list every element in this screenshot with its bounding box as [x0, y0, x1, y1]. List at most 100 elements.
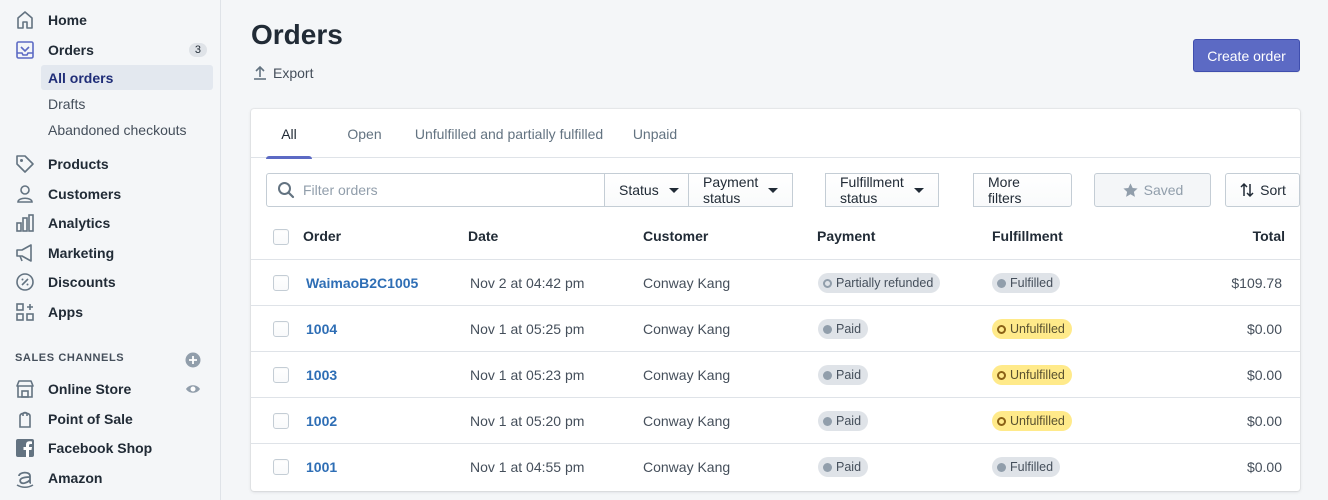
column-total[interactable]: Total: [1253, 228, 1285, 244]
payment-status-label: Paid: [836, 414, 862, 428]
order-total: $0.00: [1246, 413, 1282, 429]
order-date: Nov 1 at 05:20 pm: [470, 413, 585, 429]
payment-status-filter-label: Payment status: [703, 174, 759, 206]
fulfillment-status-label: Unfulfilled: [1010, 368, 1065, 382]
sidebar-subitem-abandoned-checkouts[interactable]: Abandoned checkouts: [41, 117, 213, 142]
payment-status-badge: Paid: [818, 319, 869, 339]
fulfillment-status-label: Fulfilled: [1010, 276, 1054, 290]
column-payment[interactable]: Payment: [817, 228, 875, 244]
orders-card: All Open Unfulfilled and partially fulfi…: [251, 109, 1300, 491]
column-date[interactable]: Date: [468, 228, 498, 244]
customer-name: Conway Kang: [643, 459, 731, 475]
sidebar-item-label: Apps: [48, 304, 83, 320]
sidebar-item-label: Home: [48, 12, 87, 28]
status-dot-icon: [997, 463, 1006, 472]
search-input[interactable]: [303, 180, 593, 200]
payment-status-label: Partially refunded: [836, 276, 934, 290]
search-icon: [277, 181, 295, 199]
sidebar-item-label: Amazon: [48, 470, 103, 486]
saved-label: Saved: [1143, 182, 1184, 198]
customer-name: Conway Kang: [643, 321, 731, 337]
table-row[interactable]: 1001 Nov 1 at 04:55 pm Conway Kang Paid …: [251, 444, 1300, 490]
column-fulfillment[interactable]: Fulfillment: [992, 228, 1063, 244]
sidebar-item-analytics[interactable]: Analytics: [0, 209, 221, 237]
caret-down-icon: [913, 187, 924, 193]
tab-unfulfilled[interactable]: Unfulfilled and partially fulfilled: [409, 109, 609, 158]
fulfillment-status-label: Unfulfilled: [1010, 322, 1065, 336]
status-dot-icon: [823, 417, 832, 426]
tab-open[interactable]: Open: [333, 109, 396, 158]
sidebar-subitem-drafts[interactable]: Drafts: [41, 91, 213, 116]
select-all-checkbox[interactable]: [273, 229, 289, 245]
tab-unpaid[interactable]: Unpaid: [623, 109, 687, 158]
sidebar-subitem-all-orders[interactable]: All orders: [41, 65, 213, 90]
sidebar-item-home[interactable]: Home: [0, 6, 221, 34]
column-order[interactable]: Order: [303, 228, 341, 244]
store-icon: [14, 378, 36, 400]
sidebar-item-orders[interactable]: Orders 3: [0, 36, 221, 64]
sidebar-item-label: Discounts: [48, 274, 116, 290]
fulfillment-status-badge: Unfulfilled: [992, 365, 1072, 385]
export-button[interactable]: Export: [251, 64, 313, 82]
row-checkbox[interactable]: [273, 321, 289, 337]
customer-name: Conway Kang: [643, 275, 731, 291]
pos-icon: [14, 408, 36, 430]
table-row[interactable]: WaimaoB2C1005 Nov 2 at 04:42 pm Conway K…: [251, 260, 1300, 306]
row-checkbox[interactable]: [273, 413, 289, 429]
sidebar-item-marketing[interactable]: Marketing: [0, 239, 221, 267]
fulfillment-status-label: Fulfilled: [1010, 460, 1054, 474]
page-title: Orders: [251, 19, 343, 50]
megaphone-icon: [14, 242, 36, 264]
order-link[interactable]: WaimaoB2C1005: [306, 275, 418, 291]
create-order-button[interactable]: Create order: [1193, 39, 1300, 72]
view-store-eye-icon[interactable]: [185, 381, 201, 397]
tag-icon: [14, 153, 36, 175]
more-filters-button[interactable]: More filters: [973, 173, 1072, 207]
sidebar-item-discounts[interactable]: Discounts: [0, 268, 221, 296]
export-label: Export: [273, 65, 314, 81]
order-link[interactable]: 1004: [306, 321, 337, 337]
payment-status-label: Paid: [836, 460, 862, 474]
table-row[interactable]: 1004 Nov 1 at 05:25 pm Conway Kang Paid …: [251, 306, 1300, 352]
discount-icon: [14, 271, 36, 293]
row-checkbox[interactable]: [273, 367, 289, 383]
order-link[interactable]: 1003: [306, 367, 337, 383]
status-filter-button[interactable]: Status: [604, 173, 694, 207]
row-checkbox[interactable]: [273, 459, 289, 475]
payment-status-badge: Paid: [818, 457, 869, 477]
order-total: $0.00: [1246, 321, 1282, 337]
sidebar-item-point-of-sale[interactable]: Point of Sale: [0, 405, 221, 433]
table-row[interactable]: 1002 Nov 1 at 05:20 pm Conway Kang Paid …: [251, 398, 1300, 444]
order-total: $0.00: [1246, 459, 1282, 475]
sidebar-item-products[interactable]: Products: [0, 150, 221, 178]
sidebar-item-online-store[interactable]: Online Store: [0, 375, 221, 403]
column-customer[interactable]: Customer: [643, 228, 708, 244]
sidebar-item-label: Marketing: [48, 245, 115, 261]
payment-status-label: Paid: [836, 322, 862, 336]
fulfillment-status-filter-button[interactable]: Fulfillment status: [825, 173, 939, 207]
sort-button[interactable]: Sort: [1225, 173, 1300, 207]
customer-icon: [14, 183, 36, 205]
analytics-icon: [14, 212, 36, 234]
facebook-icon: [14, 437, 36, 459]
fulfillment-status-badge: Fulfilled: [992, 273, 1061, 293]
order-date: Nov 1 at 05:25 pm: [470, 321, 585, 337]
sidebar-item-facebook-shop[interactable]: Facebook Shop: [0, 434, 221, 462]
caret-down-icon: [768, 187, 779, 193]
sidebar-item-customers[interactable]: Customers: [0, 180, 221, 208]
sidebar-item-apps[interactable]: Apps: [0, 298, 221, 326]
table-row[interactable]: 1003 Nov 1 at 05:23 pm Conway Kang Paid …: [251, 352, 1300, 398]
tab-all[interactable]: All: [266, 109, 312, 159]
order-total: $0.00: [1246, 367, 1282, 383]
sidebar-item-amazon[interactable]: Amazon: [0, 464, 221, 492]
add-channel-icon[interactable]: [185, 352, 201, 368]
row-checkbox[interactable]: [273, 275, 289, 291]
fulfillment-status-label: Unfulfilled: [1010, 414, 1065, 428]
sidebar: Home Orders 3 All orders Drafts Abandone…: [0, 0, 221, 500]
status-dot-icon: [823, 325, 832, 334]
sidebar-item-label: Orders: [48, 42, 94, 58]
order-link[interactable]: 1002: [306, 413, 337, 429]
order-link[interactable]: 1001: [306, 459, 337, 475]
payment-status-filter-button[interactable]: Payment status: [688, 173, 794, 207]
saved-button[interactable]: Saved: [1094, 173, 1211, 207]
